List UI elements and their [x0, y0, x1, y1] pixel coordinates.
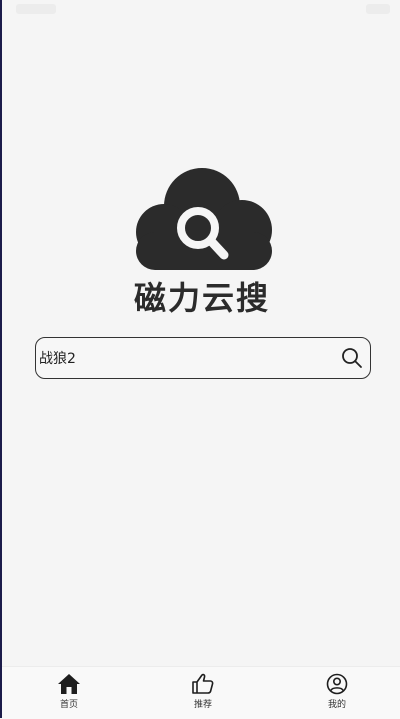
status-bar [2, 0, 400, 22]
tab-mine[interactable]: 我的 [297, 671, 377, 715]
status-indicators [366, 4, 390, 14]
search-input[interactable] [39, 342, 329, 374]
search-bar [35, 337, 371, 379]
thumbs-up-icon [192, 673, 214, 694]
cloud-search-logo-icon [136, 168, 272, 270]
tab-recommend[interactable]: 推荐 [163, 671, 243, 715]
status-time [16, 4, 56, 14]
home-icon [58, 674, 80, 694]
tab-home-label: 首页 [59, 700, 78, 710]
tab-recommend-label: 推荐 [193, 700, 212, 710]
tab-mine-label: 我的 [327, 700, 346, 710]
search-icon[interactable] [340, 346, 364, 370]
app-screen: 磁力云搜 首页 推荐 我的 [0, 0, 400, 719]
bottom-tab-bar: 首页 推荐 我的 [2, 666, 400, 719]
user-circle-icon [326, 673, 348, 695]
tab-home[interactable]: 首页 [29, 671, 109, 715]
app-title: 磁力云搜 [133, 279, 270, 317]
